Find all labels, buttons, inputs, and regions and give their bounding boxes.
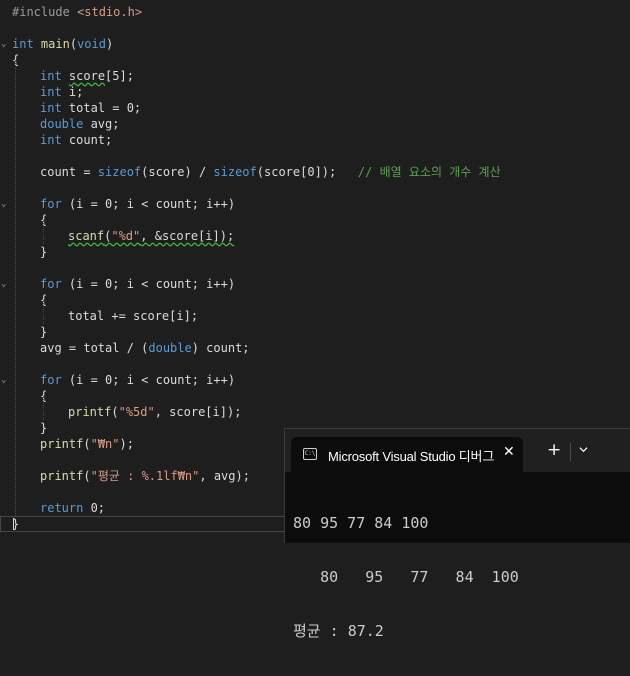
tab-divider: [570, 443, 571, 461]
indent-guide: [43, 300, 44, 324]
output-line: 평균 : 87.2: [293, 622, 384, 640]
terminal-output: 80 95 77 84 100 80 95 77 84 100 평균 : 87.…: [293, 478, 519, 676]
debug-console-window[interactable]: C:\ Microsoft Visual Studio 디버그 ✕ + 80 9…: [284, 428, 630, 640]
fold-toggle-icon[interactable]: ⌄: [1, 276, 9, 292]
output-line: 80 95 77 84 100: [293, 568, 519, 586]
console-icon: C:\: [303, 448, 317, 460]
new-tab-button[interactable]: +: [547, 442, 561, 459]
terminal-tab-bar: C:\ Microsoft Visual Studio 디버그 ✕ +: [285, 429, 630, 472]
terminal-tab-title: Microsoft Visual Studio 디버그: [328, 449, 495, 464]
indent-guide: [43, 220, 44, 244]
fold-toggle-icon[interactable]: ⌄: [1, 36, 9, 52]
fold-toggle-icon[interactable]: ⌄: [1, 372, 9, 388]
indent-guide: [43, 396, 44, 420]
close-tab-icon[interactable]: ✕: [503, 444, 515, 460]
text-caret: [13, 518, 14, 530]
fold-toggle-icon[interactable]: ⌄: [1, 196, 9, 212]
chevron-down-icon[interactable]: [579, 445, 588, 454]
output-line: 80 95 77 84 100: [293, 514, 429, 532]
indent-guide: [15, 60, 16, 516]
current-line-highlight: [0, 516, 290, 532]
terminal-tab[interactable]: C:\ Microsoft Visual Studio 디버그 ✕: [291, 437, 523, 472]
